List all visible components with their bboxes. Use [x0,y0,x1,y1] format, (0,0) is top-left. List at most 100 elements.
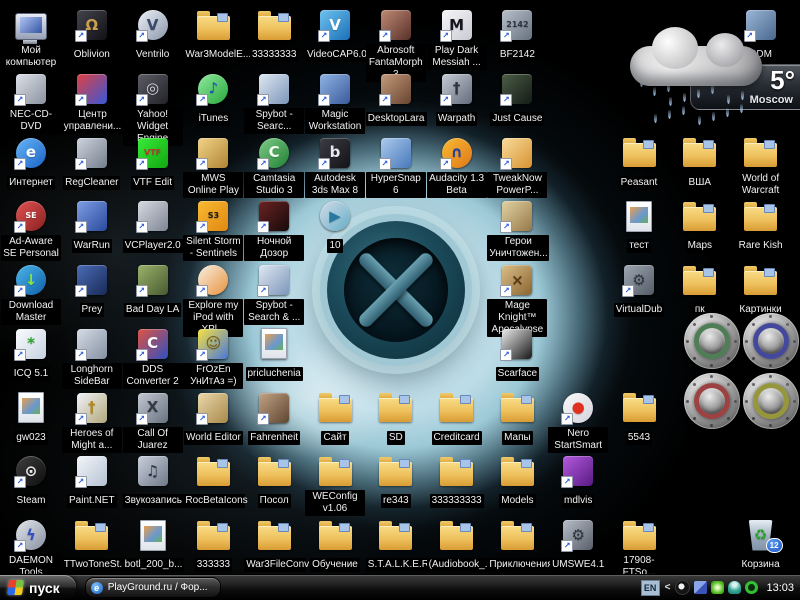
desktop-icon-oblivion[interactable]: Ω↗Oblivion [62,8,122,62]
desktop-icon-обучение[interactable]: Обучение [305,518,365,572]
daemon-tray-icon[interactable] [711,581,724,594]
desktop-icon-audiobook[interactable]: (Audiobook_... [427,518,487,572]
desktop-icon-heroes-of-might-a[interactable]: †↗Heroes of Might a... [62,391,122,453]
desktop-icon-magic-workstation[interactable]: ↗Magic Workstation [305,72,365,134]
desktop-icon-camtasia-studio-3[interactable]: C↗Camtasia Studio 3 [244,136,304,198]
desktop-icon-silent-storm-sentinels[interactable]: S3↗Silent Storm - Sentinels [183,199,243,261]
desktop-icon-world-editor[interactable]: ↗World Editor [183,391,243,445]
desktop-icon-dds-converter-2[interactable]: C↗DDS Converter 2 [123,327,183,389]
desktop-icon-vtf-edit[interactable]: VTF↗VTF Edit [123,136,183,190]
desktop-icon-audacity-1-3-beta[interactable]: ∩↗Audacity 1.3 Beta [427,136,487,198]
desktop-icon-mdlvis[interactable]: ↗mdlvis [548,454,608,508]
desktop-icon-spybot-search[interactable]: ↗Spybot - Search & ... [244,263,304,325]
desktop-icon-17908-ftso[interactable]: 17908-FTSo... [609,518,669,580]
desktop-icon-сайт[interactable]: Сайт [305,391,365,445]
desktop-icon-sd[interactable]: SD [366,391,426,445]
desktop-icon-gw023[interactable]: gw023 [1,391,61,445]
desktop-icon-botl-200-b[interactable]: botl_200_b... [123,518,183,572]
desktop-icon-mws-online-play[interactable]: ↗MWS Online Play [183,136,243,198]
desktop-icon-prey[interactable]: ↗Prey [62,263,122,317]
desktop-icon-bf2142[interactable]: 2142↗BF2142 [487,8,547,62]
taskbar-task-playground[interactable]: e PlayGround.ru / Фор... [85,577,221,598]
desktop-icon-steam[interactable]: ⊙↗Steam [1,454,61,508]
desktop-icon-rare-kish[interactable]: Rare Kish [731,199,791,253]
desktop-icon-videocap6-0[interactable]: V↗VideoCAP6.0 [305,8,365,62]
desktop-icon-корзина[interactable]: ♻12Корзина [731,518,791,572]
desktop-icon-pricluchenia[interactable]: pricluchenia [244,327,304,381]
desktop-icon-models[interactable]: Models [487,454,547,508]
icq-tray-icon[interactable] [728,581,741,594]
desktop-icon-download-master[interactable]: ↓↗Download Master [1,263,61,325]
knob-olive[interactable] [743,373,799,429]
desktop-icon-peasant[interactable]: Peasant [609,136,669,190]
desktop-icon-333333[interactable]: 333333 [183,518,243,572]
desktop-icon-fahrenheit[interactable]: ↗Fahrenheit [244,391,304,445]
desktop-icon-regcleaner[interactable]: ↗RegCleaner [62,136,122,190]
desktop-icon-maps[interactable]: Maps [670,199,730,253]
desktop-icon-мой-компьютер[interactable]: Мой компьютер [1,8,61,70]
desktop-icon-hypersnap-6[interactable]: ↗HyperSnap 6 [366,136,426,198]
desktop-icon-call-of-juarez[interactable]: X↗Call Of Juarez [123,391,183,453]
desktop-icon-rocbetaicons[interactable]: RocBetaIcons [183,454,243,508]
desktop-icon-звукозапись[interactable]: ♫Звукозапись [123,454,183,508]
desktop-icon-tweaknow-powerp[interactable]: ↗TweakNow PowerP... [487,136,547,198]
desktop-icon-world-of-warcraft[interactable]: World of Warcraft [731,136,791,198]
language-indicator[interactable]: EN [641,580,660,596]
desktop-icon-play-dark-messiah[interactable]: M↗Play Dark Messiah ... [427,8,487,70]
clock[interactable]: 13:03 [766,582,794,594]
desktop-icon-10[interactable]: ▶10 [305,199,365,253]
desktop-icon-тест[interactable]: тест [609,199,669,253]
desktop-icon-creditcard[interactable]: Creditcard [427,391,487,445]
desktop-icon-центр-управлени[interactable]: ↗Центр управлени... [62,72,122,134]
desktop-icon-weconfig-v1-06[interactable]: WEConfig v1.06 [305,454,365,516]
desktop-icon-spybot-searc[interactable]: ↗Spybot - Searc... [244,72,304,134]
desktop-icon-ad-aware-se-personal[interactable]: SE↗Ad-Aware SE Personal [1,199,61,261]
steam-tray-icon[interactable] [675,580,690,595]
desktop-icon-картинки[interactable]: Картинки [731,263,791,317]
desktop-icon-warpath[interactable]: †↗Warpath [427,72,487,126]
tray-collapse-icon[interactable]: < [665,582,671,593]
desktop-icon-desktoplara[interactable]: ↗DesktopLara [366,72,426,126]
start-button[interactable]: пуск [0,575,76,600]
desktop-icon-scarface[interactable]: ↗Scarface [487,327,547,381]
desktop-icon-интернет[interactable]: e↗Интернет [1,136,61,190]
desktop-icon-ttwotonest[interactable]: TTwoToneSt... [62,518,122,572]
desktop-icon-вша[interactable]: ВША [670,136,730,190]
desktop-icon-just-cause[interactable]: ↗Just Cause [487,72,547,126]
desktop-icon-nero-startsmart[interactable]: ●↗Nero StartSmart [548,391,608,453]
network-tray-icon[interactable] [694,581,707,594]
knob-blue[interactable] [743,313,799,369]
desktop-icon-icq-5-1[interactable]: *↗ICQ 5.1 [1,327,61,381]
desktop-icon-virtualdub[interactable]: ⚙↗VirtualDub [609,263,669,317]
desktop-icon-33333333[interactable]: 33333333 [244,8,304,62]
desktop-icon-autodesk-3ds-max-8[interactable]: b↗Autodesk 3ds Max 8 [305,136,365,198]
desktop-icon-daemon-tools[interactable]: ϟ↗DAEMON Tools [1,518,61,580]
desktop-icon-ventrilo[interactable]: V↗Ventrilo [123,8,183,62]
desktop-icon-re343[interactable]: re343 [366,454,426,508]
desktop-icon-ночной-дозор[interactable]: ↗Ночной Дозор [244,199,304,261]
weather-widget[interactable]: 5° Moscow [628,20,800,132]
desktop-icon-посол[interactable]: Посол [244,454,304,508]
desktop-icon-frozen-унитаз[interactable]: ☺↗FrOzEn УнИтАз =) [183,327,243,389]
desktop-icon-itunes[interactable]: ♪↗iTunes [183,72,243,126]
desktop-icon-war3fileconv[interactable]: War3FileConv [244,518,304,572]
desktop-icon-333333333[interactable]: 333333333 [427,454,487,508]
desktop-icon-longhorn-sidebar[interactable]: ↗Longhorn SideBar [62,327,122,389]
desktop-icon-nec-cd-dvd[interactable]: ↗NEC-CD-DVD [1,72,61,134]
desktop-icon-war3modele[interactable]: War3ModelE... [183,8,243,62]
desktop-icon-bad-day-la[interactable]: ↗Bad Day LA [123,263,183,317]
status-tray-icon[interactable] [745,581,758,594]
desktop-icon-vcplayer2-0[interactable]: ↗VCPlayer2.0 [123,199,183,253]
desktop-icon-пк[interactable]: пк [670,263,730,317]
desktop-icon-герои-уничтожен[interactable]: ↗Герои Уничтожен... [487,199,547,261]
knob-red[interactable] [684,373,740,429]
desktop-icon-warrun[interactable]: ↗WarRun [62,199,122,253]
desktop-icon-paint-net[interactable]: ↗Paint.NET [62,454,122,508]
desktop-icon-s-t-a-l-k-e-r[interactable]: S.T.A.L.K.E.R [366,518,426,572]
knob-green[interactable] [684,313,740,369]
desktop[interactable]: Мой компьютерΩ↗OblivionV↗VentriloWar3Mod… [0,0,800,575]
desktop-icon-приключения[interactable]: Приключения [487,518,547,572]
desktop-icon-5543[interactable]: 5543 [609,391,669,445]
desktop-icon-мапы[interactable]: Мапы [487,391,547,445]
desktop-icon-umswe4-1[interactable]: ⚙↗UMSWE4.1 [548,518,608,572]
